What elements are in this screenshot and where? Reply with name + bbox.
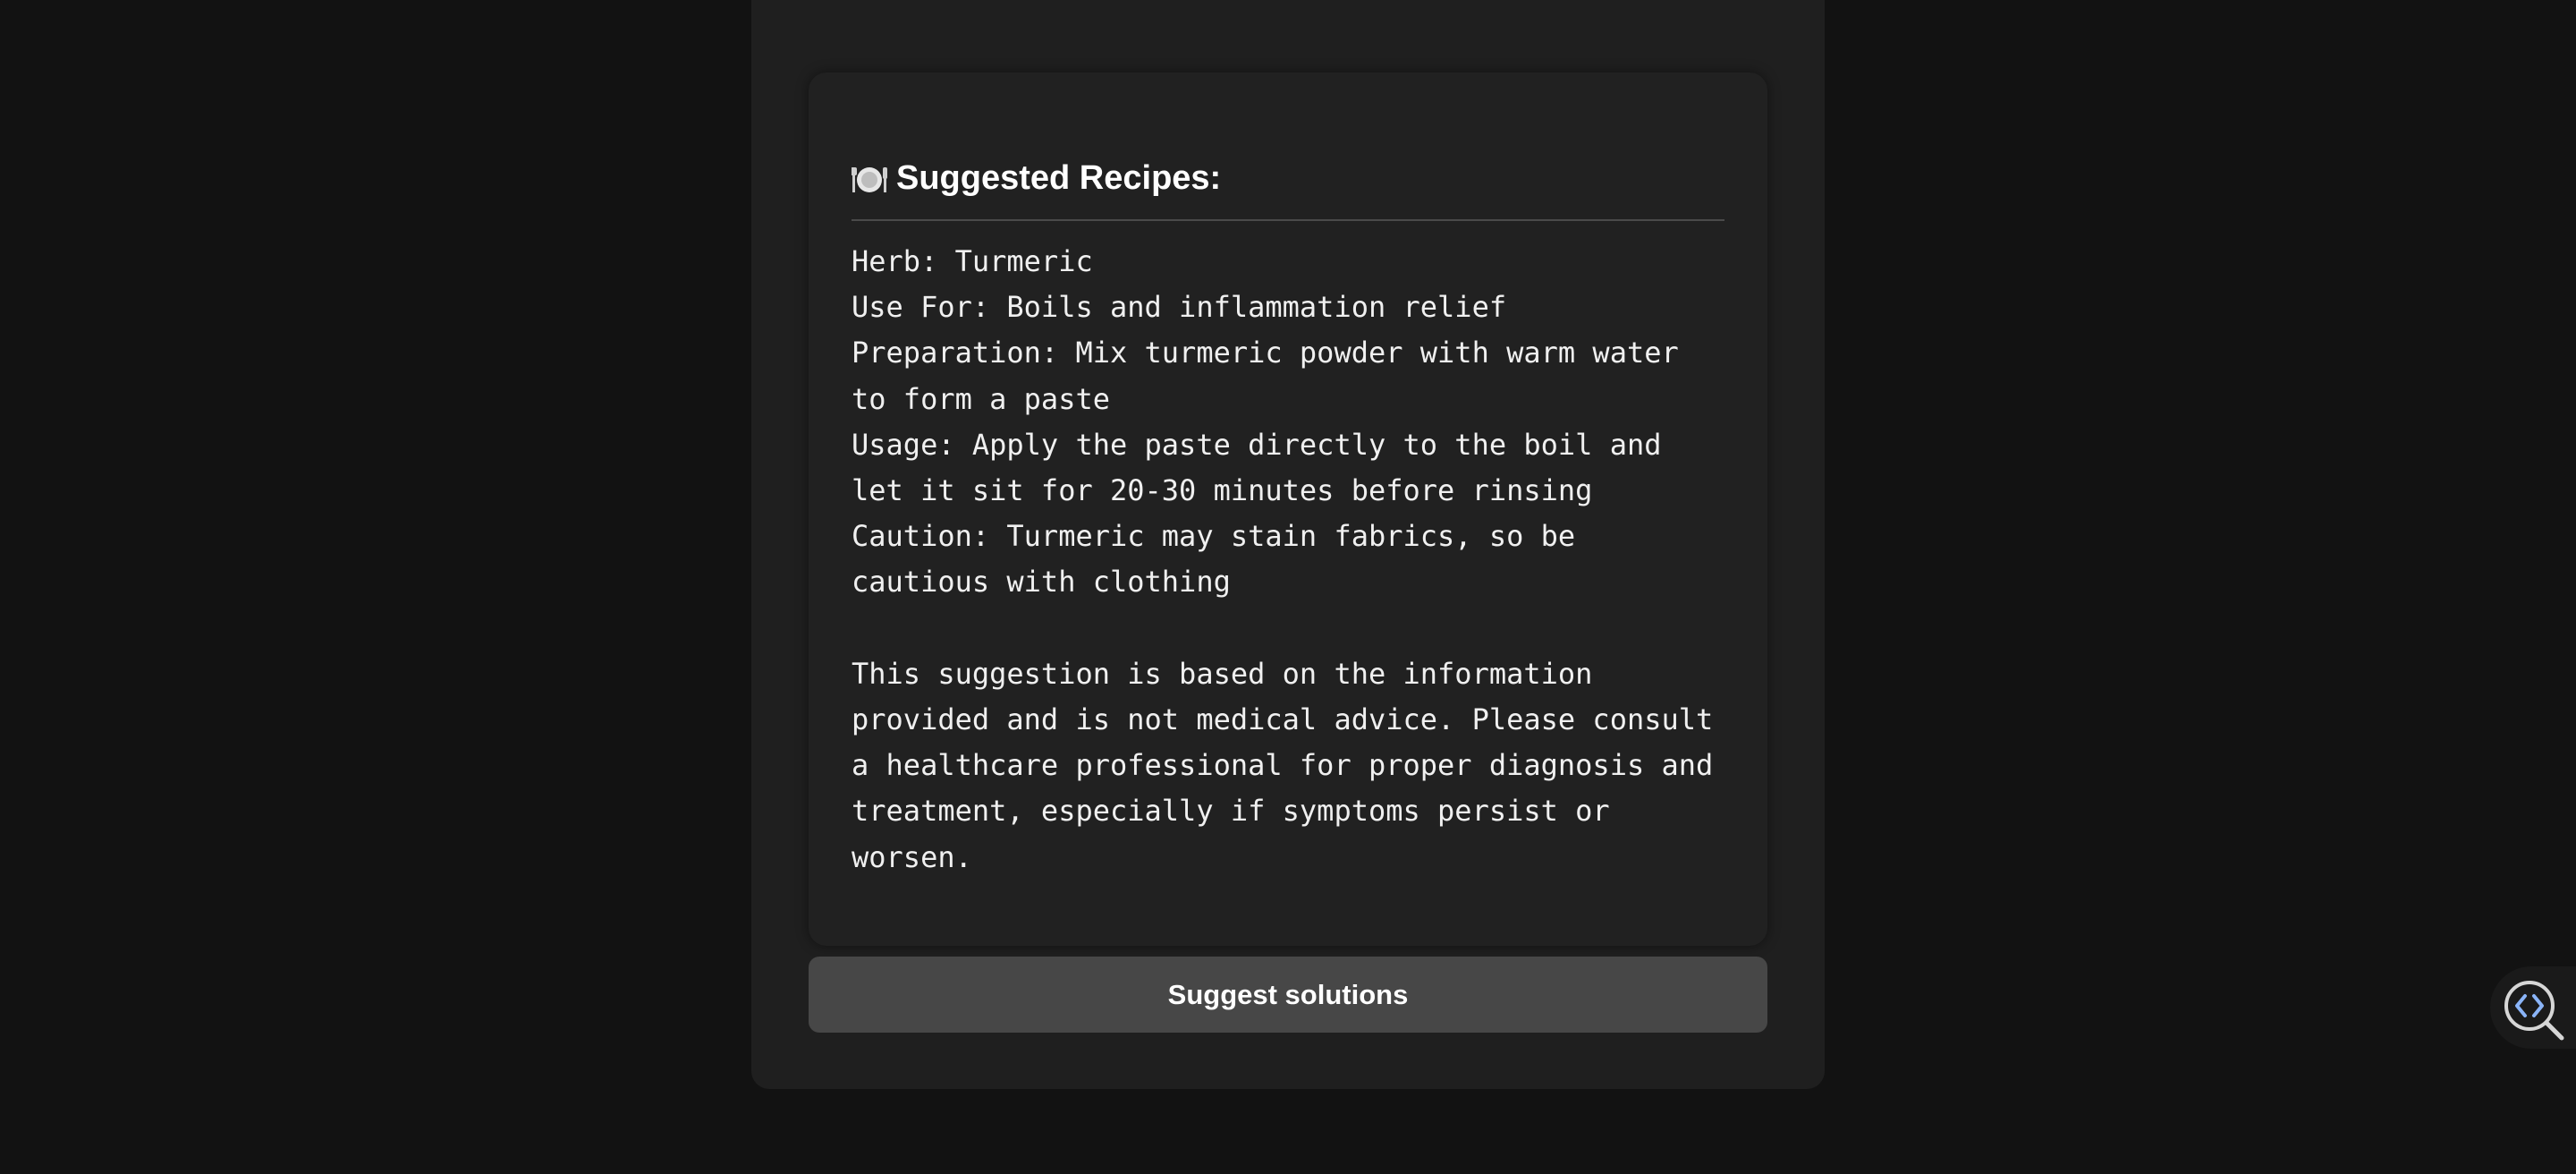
disclaimer-text: This suggestion is based on the informat… bbox=[852, 656, 1731, 874]
divider bbox=[852, 219, 1724, 221]
inspect-widget[interactable] bbox=[2490, 966, 2576, 1049]
result-line-herb: Herb: Turmeric bbox=[852, 244, 1093, 278]
result-line-usage: Usage: Apply the paste directly to the b… bbox=[852, 427, 1679, 508]
result-card: Suggested Recipes: Herb: Turmeric Use Fo… bbox=[809, 72, 1767, 946]
suggest-solutions-button[interactable]: Suggest solutions bbox=[809, 957, 1767, 1033]
result-body: Herb: Turmeric Use For: Boils and inflam… bbox=[852, 239, 1724, 880]
result-line-caution: Caution: Turmeric may stain fabrics, so … bbox=[852, 519, 1593, 600]
result-line-preparation: Preparation: Mix turmeric powder with wa… bbox=[852, 336, 1697, 416]
plate-cutlery-icon bbox=[851, 160, 887, 196]
result-heading: Suggested Recipes: bbox=[851, 155, 1724, 201]
result-heading-text: Suggested Recipes: bbox=[896, 158, 1222, 197]
result-line-use-for: Use For: Boils and inflammation relief bbox=[852, 290, 1507, 325]
code-inspect-icon bbox=[2504, 981, 2564, 1041]
